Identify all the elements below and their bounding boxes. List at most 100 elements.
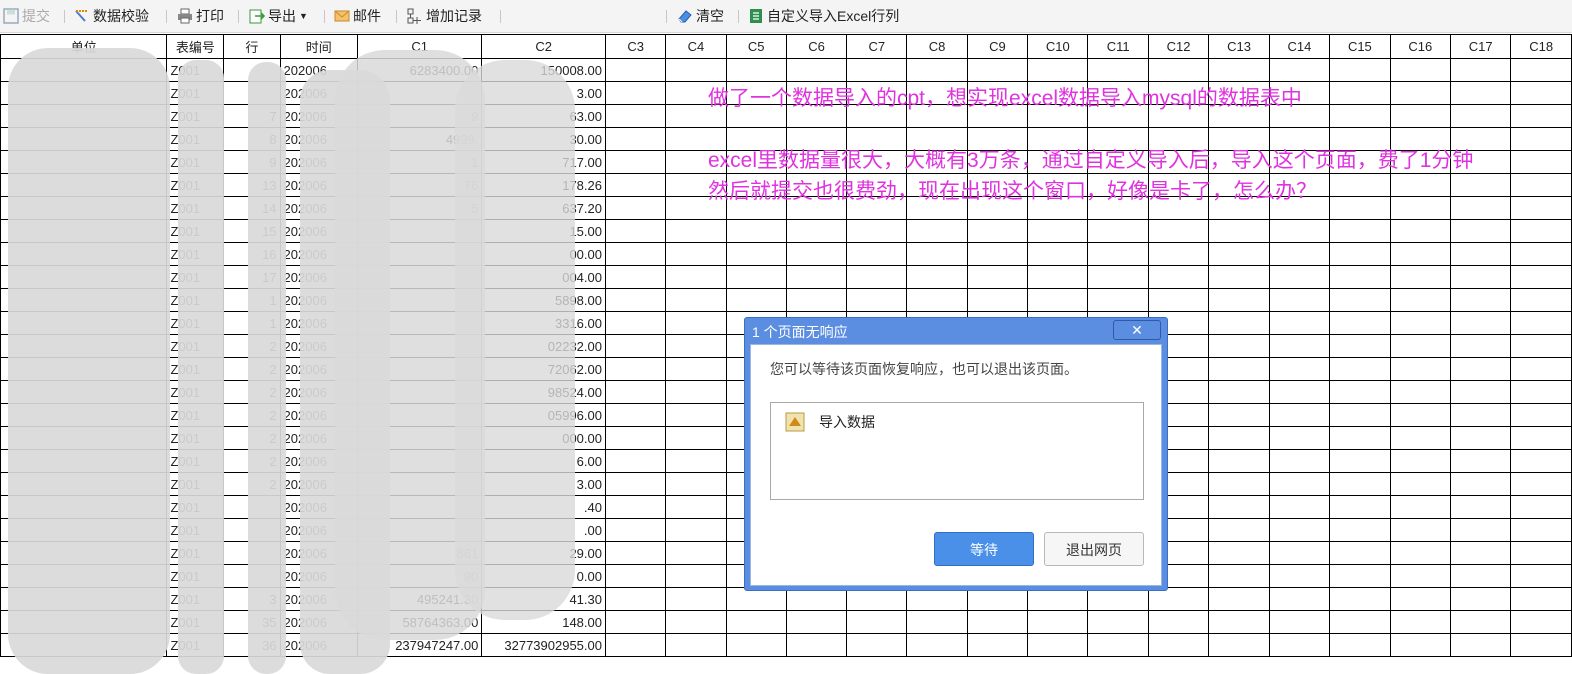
table-cell[interactable]: [665, 403, 727, 427]
table-cell[interactable]: [846, 633, 908, 657]
table-cell[interactable]: [604, 564, 667, 588]
table-cell[interactable]: [1389, 380, 1452, 404]
table-cell[interactable]: [1510, 587, 1572, 611]
table-cell[interactable]: [1449, 334, 1512, 358]
table-cell[interactable]: [1147, 288, 1210, 312]
table-cell[interactable]: [1329, 426, 1391, 450]
table-cell[interactable]: [604, 472, 667, 496]
table-cell[interactable]: [604, 196, 667, 220]
table-cell[interactable]: [1087, 610, 1149, 634]
table-cell[interactable]: [604, 150, 667, 174]
table-cell[interactable]: [785, 288, 848, 312]
table-cell[interactable]: [906, 265, 968, 289]
table-cell[interactable]: [1329, 242, 1391, 266]
table-cell[interactable]: [1449, 495, 1512, 519]
table-cell[interactable]: [966, 288, 1029, 312]
table-cell[interactable]: [725, 58, 787, 82]
table-cell[interactable]: [665, 334, 727, 358]
table-cell[interactable]: [1147, 242, 1210, 266]
table-cell[interactable]: [604, 541, 667, 565]
table-cell[interactable]: [1268, 357, 1331, 381]
table-cell[interactable]: [725, 242, 787, 266]
table-cell[interactable]: [1329, 58, 1391, 82]
table-cell[interactable]: [604, 288, 667, 312]
table-cell[interactable]: [1329, 449, 1391, 473]
table-cell[interactable]: [1087, 265, 1149, 289]
table-cell[interactable]: [1147, 58, 1210, 82]
table-cell[interactable]: [1389, 334, 1452, 358]
table-cell[interactable]: [846, 219, 908, 243]
table-cell[interactable]: [1449, 288, 1512, 312]
table-cell[interactable]: [1268, 564, 1331, 588]
table-cell[interactable]: [1027, 610, 1089, 634]
table-cell[interactable]: [966, 633, 1029, 657]
table-cell[interactable]: [1449, 472, 1512, 496]
table-cell[interactable]: [1449, 564, 1512, 588]
table-cell[interactable]: [665, 564, 727, 588]
table-cell[interactable]: [1087, 288, 1149, 312]
table-cell[interactable]: [665, 587, 727, 611]
table-cell[interactable]: [1208, 403, 1270, 427]
table-cell[interactable]: [1208, 426, 1270, 450]
table-cell[interactable]: [846, 242, 908, 266]
table-cell[interactable]: [1510, 495, 1572, 519]
table-cell[interactable]: [665, 242, 727, 266]
table-cell[interactable]: [1268, 219, 1331, 243]
table-cell[interactable]: [1268, 587, 1331, 611]
table-cell[interactable]: [906, 242, 968, 266]
table-cell[interactable]: [1027, 288, 1089, 312]
table-cell[interactable]: [1268, 495, 1331, 519]
table-cell[interactable]: [785, 265, 848, 289]
table-cell[interactable]: [1449, 633, 1512, 657]
table-cell[interactable]: [1389, 449, 1452, 473]
validate-button[interactable]: 数据校验: [74, 6, 149, 26]
table-cell[interactable]: [725, 288, 787, 312]
table-cell[interactable]: [1329, 495, 1391, 519]
table-cell[interactable]: [665, 380, 727, 404]
table-cell[interactable]: [785, 242, 848, 266]
table-cell[interactable]: [604, 495, 667, 519]
table-cell[interactable]: [665, 518, 727, 542]
table-cell[interactable]: [604, 334, 667, 358]
table-cell[interactable]: [1329, 518, 1391, 542]
table-cell[interactable]: [1510, 380, 1572, 404]
table-cell[interactable]: [1449, 518, 1512, 542]
table-cell[interactable]: [1027, 633, 1089, 657]
table-cell[interactable]: [1268, 449, 1331, 473]
table-cell[interactable]: [1208, 58, 1270, 82]
table-cell[interactable]: [846, 265, 908, 289]
table-cell[interactable]: [1268, 426, 1331, 450]
table-cell[interactable]: [1329, 541, 1391, 565]
table-cell[interactable]: [1027, 265, 1089, 289]
print-button[interactable]: 打印: [177, 6, 224, 26]
table-cell[interactable]: [1208, 472, 1270, 496]
table-cell[interactable]: [1510, 173, 1572, 197]
table-cell[interactable]: [1389, 541, 1452, 565]
table-cell[interactable]: [1389, 633, 1452, 657]
table-cell[interactable]: [1027, 219, 1089, 243]
table-cell[interactable]: [1087, 58, 1149, 82]
table-cell[interactable]: [604, 58, 667, 82]
table-cell[interactable]: [604, 426, 667, 450]
table-cell[interactable]: [1510, 150, 1572, 174]
table-cell[interactable]: [966, 58, 1029, 82]
table-cell[interactable]: [906, 58, 968, 82]
table-cell[interactable]: [1147, 633, 1210, 657]
mail-button[interactable]: 邮件: [334, 6, 381, 26]
table-cell[interactable]: [1329, 564, 1391, 588]
table-cell[interactable]: [1268, 610, 1331, 634]
clear-button[interactable]: 清空: [677, 6, 724, 26]
table-cell[interactable]: [1510, 58, 1572, 82]
table-cell[interactable]: [1449, 311, 1512, 335]
table-cell[interactable]: [604, 587, 667, 611]
table-cell[interactable]: [1268, 633, 1331, 657]
table-cell[interactable]: [1449, 610, 1512, 634]
table-cell[interactable]: [785, 219, 848, 243]
table-cell[interactable]: [785, 610, 848, 634]
table-cell[interactable]: [1510, 196, 1572, 220]
table-cell[interactable]: [665, 610, 727, 634]
table-cell[interactable]: [1329, 357, 1391, 381]
table-cell[interactable]: [1510, 127, 1572, 151]
table-cell[interactable]: [966, 610, 1029, 634]
table-cell[interactable]: [1510, 357, 1572, 381]
